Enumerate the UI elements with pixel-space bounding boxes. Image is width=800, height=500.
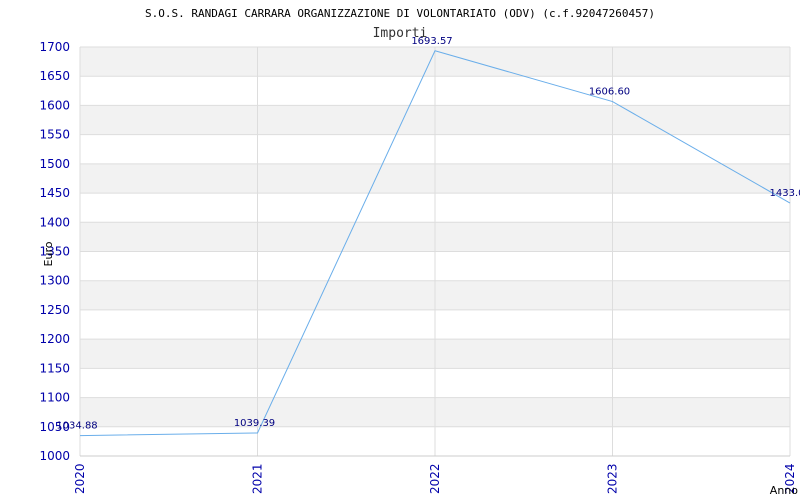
chart: S.O.S. RANDAGI CARRARA ORGANIZZAZIONE DI…	[0, 0, 800, 500]
y-tick-label: 1150	[39, 361, 70, 375]
x-tick-label: 2021	[251, 463, 265, 494]
y-tick-label: 1500	[39, 157, 70, 171]
y-tick-label: 1250	[39, 303, 70, 317]
y-tick-label: 1450	[39, 186, 70, 200]
data-label: 1433.0	[770, 188, 800, 199]
y-tick-label: 1100	[39, 391, 70, 405]
line-chart: S.O.S. RANDAGI CARRARA ORGANIZZAZIONE DI…	[39, 7, 800, 497]
x-tick-label: 2020	[73, 463, 87, 494]
data-label: 1606.60	[589, 87, 630, 98]
y-tick-label: 1600	[39, 98, 70, 112]
y-tick-label: 1650	[39, 69, 70, 83]
data-label: 1693.57	[411, 36, 452, 47]
data-label: 1039.39	[234, 418, 275, 429]
y-tick-label: 1000	[39, 449, 70, 463]
chart-title: S.O.S. RANDAGI CARRARA ORGANIZZAZIONE DI…	[145, 7, 655, 20]
y-axis-label: Euro	[42, 241, 55, 266]
x-tick-label: 2022	[428, 463, 442, 494]
y-tick-label: 1200	[39, 332, 70, 346]
y-tick-label: 1550	[39, 128, 70, 142]
x-axis-ticks: 2020 2021 2022 2023 2024	[73, 463, 797, 494]
x-tick-label: 2023	[606, 463, 620, 494]
x-axis-label: Anno	[770, 484, 798, 497]
y-tick-label: 1400	[39, 215, 70, 229]
data-label: 1034.88	[56, 421, 97, 432]
y-tick-label: 1700	[39, 40, 70, 54]
y-tick-label: 1300	[39, 274, 70, 288]
